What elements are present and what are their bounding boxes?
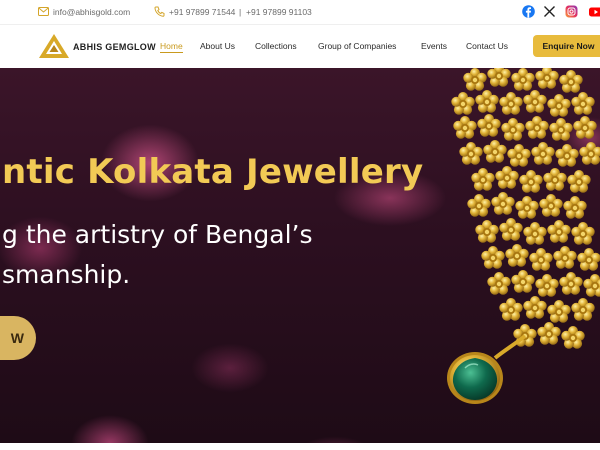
abhis-logo-icon[interactable] xyxy=(38,33,70,59)
youtube-icon[interactable] xyxy=(589,5,600,18)
facebook-icon[interactable] xyxy=(522,5,535,18)
brand-name[interactable]: ABHIS GEMGLOW xyxy=(73,42,156,52)
contact-phone-2[interactable]: +91 97899 91103 xyxy=(246,5,312,19)
gold-necklace-image xyxy=(447,68,600,404)
hero-title: ntic Kolkata Jewellery xyxy=(2,152,424,192)
contact-email[interactable]: info@abhisgold.com xyxy=(53,5,130,19)
hero-banner: ntic Kolkata Jewellery g the artistry of… xyxy=(0,68,600,443)
phone-separator: | xyxy=(239,7,242,17)
contact-phone-1[interactable]: +91 97899 71544 xyxy=(169,5,235,19)
phone-icon xyxy=(154,6,165,17)
top-contact-bar: info@abhisgold.com +91 97899 71544 | +91… xyxy=(0,0,600,24)
x-icon[interactable] xyxy=(543,5,556,18)
main-nav: ABHIS GEMGLOW Home About Us Collections … xyxy=(0,24,600,68)
nav-events[interactable]: Events xyxy=(421,41,447,51)
hero-subtitle-line-1: g the artistry of Bengal’s xyxy=(2,220,313,249)
nav-collections[interactable]: Collections xyxy=(255,41,297,51)
enquire-now-button[interactable]: Enquire Now xyxy=(533,35,600,57)
instagram-icon[interactable] xyxy=(565,5,578,18)
nav-home[interactable]: Home xyxy=(160,41,183,53)
nav-contact-us[interactable]: Contact Us xyxy=(466,41,508,51)
nav-group-of-companies[interactable]: Group of Companies xyxy=(318,41,396,51)
hero-cta-button[interactable]: W xyxy=(0,316,36,360)
page-bottom-strip xyxy=(0,443,600,450)
mail-icon xyxy=(38,7,49,16)
nav-about-us[interactable]: About Us xyxy=(200,41,235,51)
hero-subtitle-line-2: smanship. xyxy=(2,260,131,289)
